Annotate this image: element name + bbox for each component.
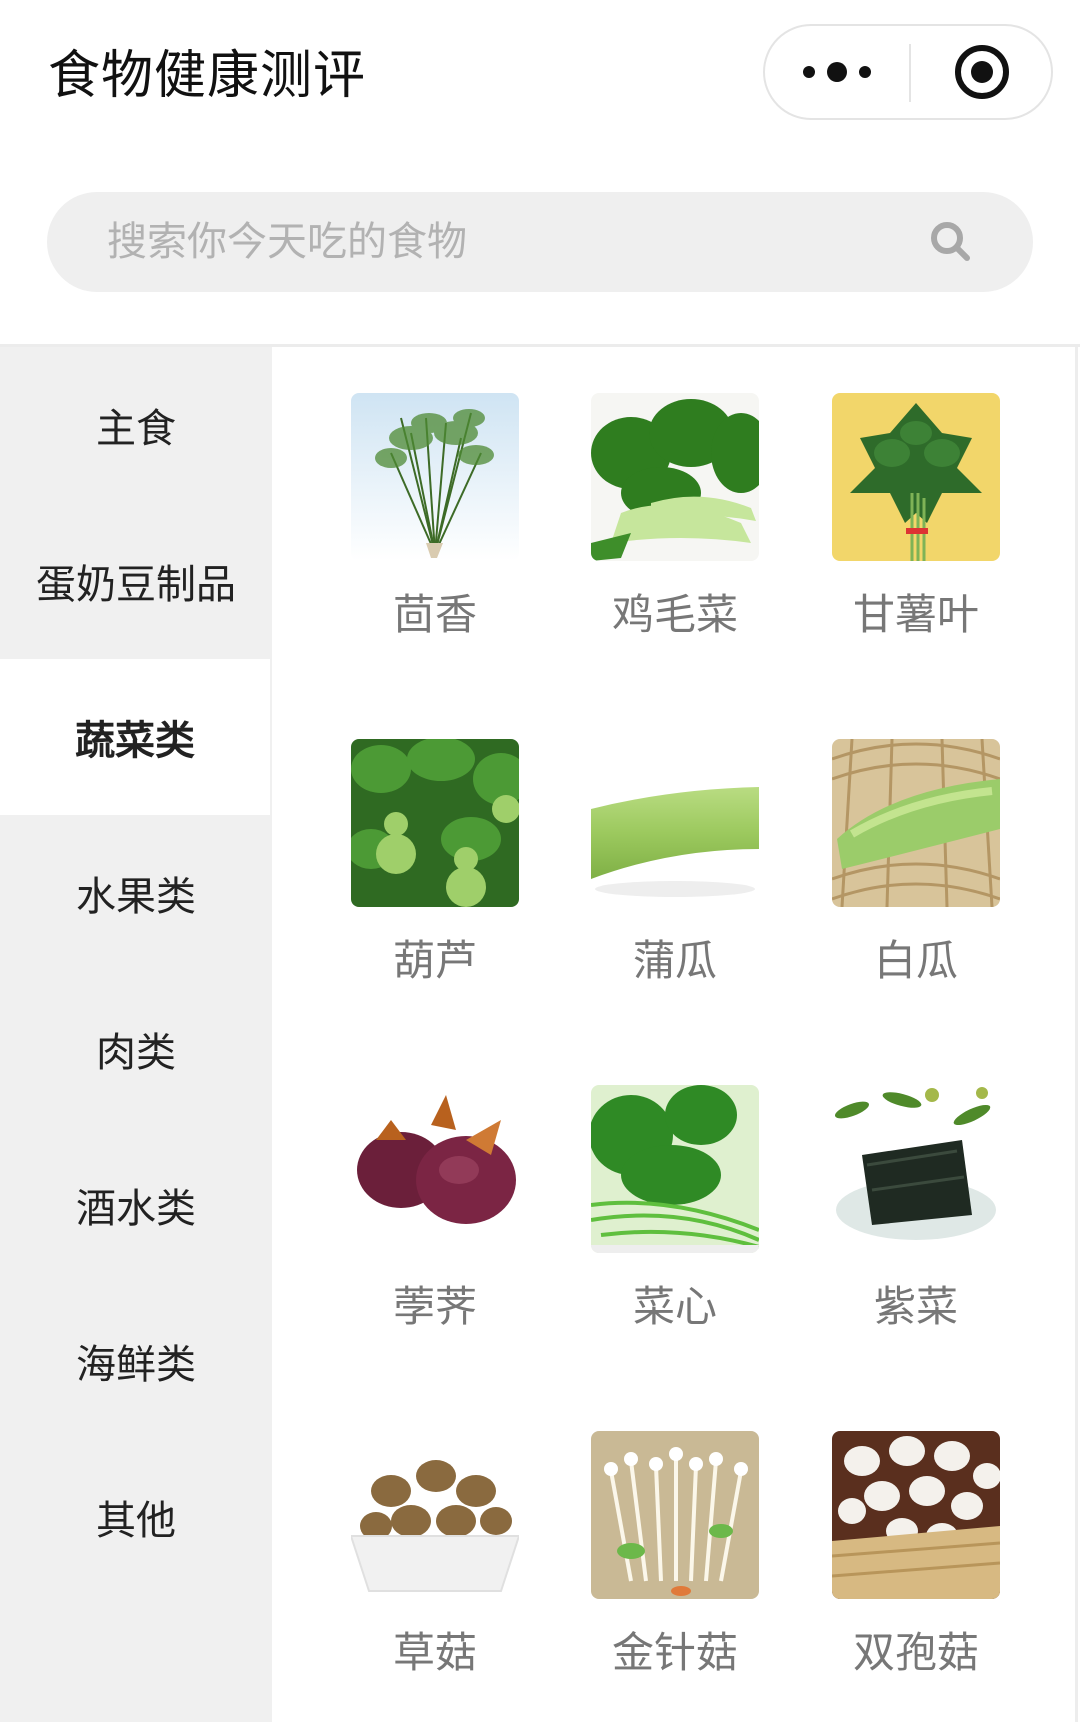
food-item[interactable]: 菜心 (591, 1085, 759, 1335)
food-label: 鸡毛菜 (611, 590, 738, 639)
food-item[interactable]: 草菇 (351, 1431, 519, 1681)
page-title: 食物健康测评 (48, 46, 367, 106)
nav-bar: 食物健康测评 (0, 0, 1080, 150)
food-label: 茴香 (392, 590, 477, 639)
food-image-white-gourd (832, 739, 1000, 907)
food-image-straw-mushroom (351, 1431, 519, 1599)
food-image-enoki-mushroom (591, 1431, 759, 1599)
food-item[interactable]: 荸荠 (351, 1085, 519, 1335)
category-item-meat[interactable]: 肉类 (0, 971, 272, 1127)
category-item-staple[interactable]: 主食 (0, 347, 272, 503)
food-label: 白瓜 (873, 936, 958, 985)
food-item[interactable]: 双孢菇 (832, 1431, 1000, 1681)
food-grid: 茴香 鸡毛菜 甘薯叶 葫芦 蒲瓜 白瓜 荸荠 菜心 紫菜 草菇 金针菇 双孢菇 (272, 347, 1078, 1722)
food-image-seaweed (832, 1085, 1000, 1253)
food-label: 甘薯叶 (852, 590, 979, 639)
food-label: 葫芦 (392, 936, 477, 985)
food-item[interactable]: 茴香 (351, 393, 519, 643)
food-label: 蒲瓜 (632, 936, 717, 985)
food-label: 草菇 (392, 1628, 477, 1677)
food-item[interactable]: 蒲瓜 (591, 739, 759, 989)
category-item-drinks[interactable]: 酒水类 (0, 1127, 272, 1283)
food-item[interactable]: 白瓜 (832, 739, 1000, 989)
category-item-dairy-soy[interactable]: 蛋奶豆制品 (0, 503, 272, 659)
food-image-gourd (351, 739, 519, 907)
category-item-seafood[interactable]: 海鲜类 (0, 1283, 272, 1439)
close-button[interactable] (911, 26, 1053, 118)
food-label: 菜心 (632, 1282, 717, 1331)
food-image-button-mushroom (832, 1431, 1000, 1599)
search-input[interactable]: 搜索你今天吃的食物 (107, 192, 467, 292)
search-icon[interactable] (927, 218, 975, 266)
food-label: 荸荠 (392, 1282, 477, 1331)
food-image-bottle-gourd (591, 739, 759, 907)
food-image-water-chestnut (351, 1085, 519, 1253)
more-button[interactable] (765, 26, 909, 118)
food-label: 紫菜 (873, 1282, 958, 1331)
target-close-icon (955, 45, 1009, 99)
category-sidebar: 主食 蛋奶豆制品 蔬菜类 水果类 肉类 酒水类 海鲜类 其他 (0, 347, 272, 1722)
food-item[interactable]: 鸡毛菜 (591, 393, 759, 643)
category-item-others[interactable]: 其他 (0, 1439, 272, 1595)
food-item[interactable]: 甘薯叶 (832, 393, 1000, 643)
food-image-choy-sum (591, 1085, 759, 1253)
category-item-fruits[interactable]: 水果类 (0, 815, 272, 971)
food-label: 金针菇 (611, 1628, 738, 1677)
more-dots-icon (803, 66, 815, 78)
food-image-sweet-potato-leaves (832, 393, 1000, 561)
food-image-baby-bok-choy (591, 393, 759, 561)
food-image-fennel (351, 393, 519, 561)
food-item[interactable]: 葫芦 (351, 739, 519, 989)
food-label: 双孢菇 (852, 1628, 979, 1677)
food-item[interactable]: 紫菜 (832, 1085, 1000, 1335)
food-item[interactable]: 金针菇 (591, 1431, 759, 1681)
category-item-vegetables[interactable]: 蔬菜类 (0, 659, 270, 815)
mini-program-capsule (763, 24, 1053, 120)
search-bar[interactable]: 搜索你今天吃的食物 (47, 192, 1033, 292)
